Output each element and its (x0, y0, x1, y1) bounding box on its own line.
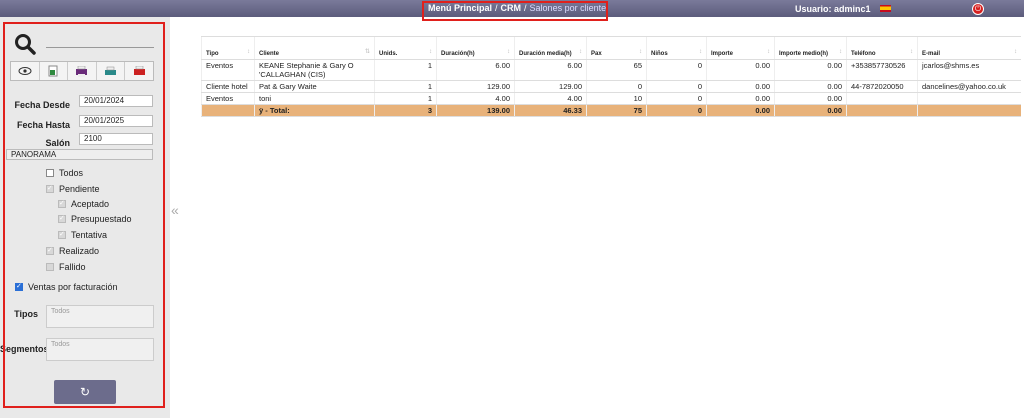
total-unids: 3 (374, 104, 437, 117)
total-duracion-media: 46.33 (514, 104, 587, 117)
table-row[interactable]: Eventos KEANE Stephanie & Gary O 'CALLAG… (201, 59, 1021, 81)
total-importe-medio: 0.00 (774, 104, 847, 117)
total-cell (846, 104, 918, 117)
cell-cliente: KEANE Stephanie & Gary O 'CALLAGHAN (CIS… (254, 59, 375, 81)
cell-unids: 1 (374, 80, 437, 93)
column-header[interactable]: Cliente ⇅ (254, 36, 375, 60)
cell-importe: 0.00 (706, 92, 775, 105)
cell-duracion: 6.00 (436, 59, 515, 81)
cell-duracion: 129.00 (436, 80, 515, 93)
cell-importe: 0.00 (706, 59, 775, 81)
cell-email: jcarlos@shms.es (917, 59, 1021, 81)
cell-cliente: Pat & Gary Waite (254, 80, 375, 93)
collapse-sidebar-icon[interactable]: « (171, 202, 179, 218)
cell-tipo: Eventos (201, 59, 255, 81)
cell-email (917, 92, 1021, 105)
cell-duracion-media: 4.00 (514, 92, 587, 105)
table-row[interactable]: Eventos toni 1 4.00 4.00 10 0 0.00 0.00 (201, 92, 1021, 105)
total-pax: 75 (586, 104, 647, 117)
cell-tipo: Eventos (201, 92, 255, 105)
sidebar-highlight (3, 22, 165, 408)
table-header-row: Tipo ↕ Cliente ⇅ Unids. ↕ Duración(h) ↕ Dura… (201, 36, 1021, 60)
results-table: Tipo ↕ Cliente ⇅ Unids. ↕ Duración(h) ↕ Dura… (201, 36, 1021, 117)
column-header[interactable]: Niños ↕ (646, 36, 707, 60)
total-cell (917, 104, 1021, 117)
table-row[interactable]: Cliente hotel Pat & Gary Waite 1 129.00 … (201, 80, 1021, 93)
cell-importe-medio: 0.00 (774, 59, 847, 81)
column-header[interactable]: E-mail ↕ (917, 36, 1021, 60)
column-header[interactable]: Pax ↕ (586, 36, 647, 60)
cell-pax: 0 (586, 80, 647, 93)
cell-email: dancelines@yahoo.co.uk (917, 80, 1021, 93)
cell-pax: 10 (586, 92, 647, 105)
cell-duracion: 4.00 (436, 92, 515, 105)
cell-telefono: +353857730526 (846, 59, 918, 81)
spain-flag-icon[interactable] (880, 5, 891, 12)
cell-cliente: toni (254, 92, 375, 105)
column-header[interactable]: Teléfono ↕ (846, 36, 918, 60)
breadcrumb-highlight (422, 1, 608, 21)
power-icon[interactable]: ⏻ (972, 3, 984, 15)
column-header[interactable]: Tipo ↕ (201, 36, 255, 60)
cell-unids: 1 (374, 59, 437, 81)
cell-ninos: 0 (646, 92, 707, 105)
user-label: Usuario: adminc1 (795, 4, 871, 14)
total-label: ÿ - Total: (254, 104, 375, 117)
column-header[interactable]: Duración(h) ↕ (436, 36, 515, 60)
column-header[interactable]: Importe medio(h) ↕ (774, 36, 847, 60)
total-cell (201, 104, 255, 117)
cell-tipo: Cliente hotel (201, 80, 255, 93)
total-importe: 0.00 (706, 104, 775, 117)
column-header[interactable]: Importe ↕ (706, 36, 775, 60)
cell-duracion-media: 129.00 (514, 80, 587, 93)
cell-telefono: 44-7872020050 (846, 80, 918, 93)
column-header[interactable]: Duración media(h) ↕ (514, 36, 587, 60)
total-ninos: 0 (646, 104, 707, 117)
cell-importe: 0.00 (706, 80, 775, 93)
cell-ninos: 0 (646, 59, 707, 81)
cell-ninos: 0 (646, 80, 707, 93)
cell-pax: 65 (586, 59, 647, 81)
column-header[interactable]: Unids. ↕ (374, 36, 437, 60)
cell-duracion-media: 6.00 (514, 59, 587, 81)
table-total-row: ÿ - Total: 3 139.00 46.33 75 0 0.00 0.00 (201, 104, 1021, 117)
cell-unids: 1 (374, 92, 437, 105)
cell-telefono (846, 92, 918, 105)
cell-importe-medio: 0.00 (774, 92, 847, 105)
total-duracion: 139.00 (436, 104, 515, 117)
cell-importe-medio: 0.00 (774, 80, 847, 93)
